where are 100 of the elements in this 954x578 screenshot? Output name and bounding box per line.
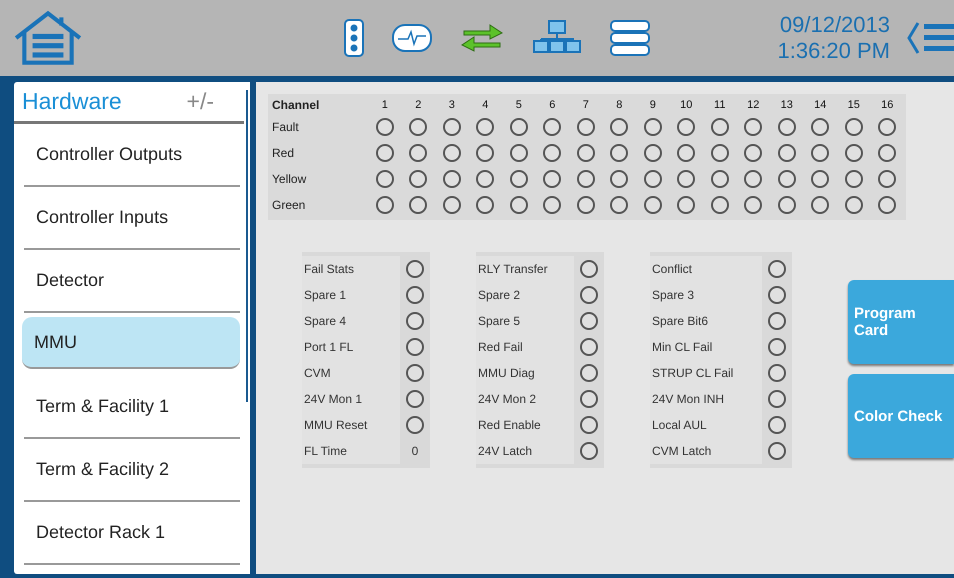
indicator-light [644, 196, 662, 214]
indicator-light [610, 144, 628, 162]
indicator-light [580, 338, 598, 356]
indicator-light [677, 196, 696, 214]
indicator-light [580, 390, 598, 408]
indicator-light [610, 118, 628, 136]
channel-number: 7 [582, 99, 590, 111]
indicator-light [710, 144, 729, 162]
indicator-light [610, 196, 628, 214]
status-label: Fail Stats [302, 256, 400, 282]
status-label: Red Enable [476, 412, 574, 438]
status-label: MMU Reset [302, 412, 400, 438]
expand-collapse-button[interactable]: +/- [186, 88, 214, 115]
status-label: 24V Latch [476, 438, 574, 464]
status-label: Spare 4 [302, 308, 400, 334]
indicator-light [442, 144, 461, 162]
row-label: Red [272, 146, 296, 160]
indicator-light [376, 144, 394, 162]
indicator-light [610, 170, 628, 188]
indicator-light [768, 442, 786, 460]
indicator-light [510, 170, 528, 188]
indicator-light [580, 286, 598, 304]
indicator-light [844, 144, 863, 162]
indicator-light [811, 144, 830, 162]
indicator-light [476, 196, 494, 214]
indicator-light [778, 144, 796, 162]
indicator-light [878, 170, 896, 188]
indicator-light [476, 118, 494, 136]
indicator-light [376, 118, 394, 136]
channel-number: 2 [414, 99, 422, 111]
indicator-light [768, 390, 786, 408]
traffic-light-icon[interactable] [344, 19, 364, 57]
status-label: 24V Mon 1 [302, 386, 400, 412]
indicator-light [644, 170, 662, 188]
indicator-light [844, 196, 863, 214]
indicator-light [811, 170, 830, 188]
time-text: 1:36:20 PM [777, 38, 890, 64]
status-label: Spare Bit6 [650, 308, 762, 334]
indicator-light [406, 338, 424, 356]
status-label: 24V Mon 2 [476, 386, 574, 412]
channel-number: 12 [746, 99, 760, 111]
indicator-light [844, 170, 863, 188]
status-label: 24V Mon INH [650, 386, 762, 412]
channel-number: 11 [713, 99, 726, 111]
indicator-light [406, 260, 424, 278]
indicator-light [576, 170, 595, 188]
sidebar-item[interactable]: MMU [22, 317, 240, 369]
status-label: Spare 1 [302, 282, 400, 308]
indicator-light [442, 196, 461, 214]
indicator-light [510, 196, 528, 214]
indicator-light [580, 442, 598, 460]
indicator-light [768, 416, 786, 434]
status-label: Spare 3 [650, 282, 762, 308]
status-label: CVM Latch [650, 438, 762, 464]
status-value: 0 [412, 444, 418, 458]
status-label: Local AUL [650, 412, 762, 438]
indicator-light [442, 118, 461, 136]
indicator-light [744, 170, 762, 188]
indicator-light [811, 118, 830, 136]
channel-number: 14 [813, 99, 828, 111]
status-label: Conflict [650, 256, 762, 282]
indicator-light [406, 312, 424, 330]
indicator-light [778, 196, 796, 214]
indicator-light [409, 170, 428, 188]
indicator-light [409, 144, 428, 162]
chevron-left-icon[interactable] [906, 21, 920, 55]
indicator-light [768, 338, 786, 356]
indicator-light [510, 118, 528, 136]
indicator-light [476, 144, 494, 162]
status-label: Min CL Fail [650, 334, 762, 360]
row-label: Green [272, 198, 306, 212]
status-label: Port 1 FL [302, 334, 400, 360]
indicator-light [644, 144, 662, 162]
indicator-light [576, 118, 595, 136]
status-label: Red Fail [476, 334, 574, 360]
status-label: FL Time [302, 438, 400, 464]
channel-number: 1 [380, 99, 389, 111]
status-label: Spare 2 [476, 282, 574, 308]
indicator-light [476, 170, 494, 188]
channel-number: 6 [548, 99, 556, 111]
pulse-monitor-icon[interactable] [392, 24, 432, 52]
indicator-light [376, 196, 394, 214]
indicator-light [677, 144, 696, 162]
indicator-light [744, 144, 762, 162]
indicator-light [406, 416, 424, 434]
indicator-light [543, 196, 562, 214]
channel-number: 8 [615, 99, 624, 111]
list-icon[interactable] [610, 20, 650, 56]
indicator-light [576, 196, 595, 214]
indicator-light [580, 260, 598, 278]
channel-number: 9 [648, 99, 657, 111]
indicator-light [580, 416, 598, 434]
sidebar-title: Hardware [22, 88, 122, 115]
scrollbar[interactable] [246, 90, 248, 402]
indicator-light [580, 312, 598, 330]
date-text: 09/12/2013 [780, 12, 890, 38]
menu-icon[interactable] [924, 23, 954, 53]
home-icon[interactable] [12, 9, 84, 67]
indicator-light [744, 196, 762, 214]
indicator-light [878, 144, 896, 162]
